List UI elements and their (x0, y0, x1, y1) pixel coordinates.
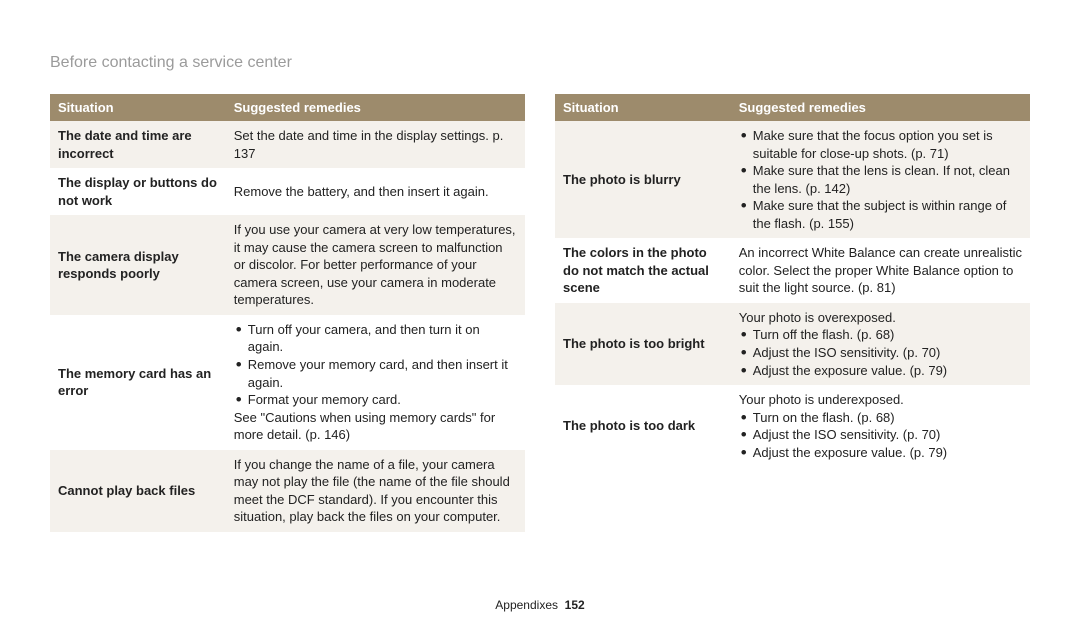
col-header-situation: Situation (555, 94, 731, 121)
left-column: Situation Suggested remedies The date an… (50, 94, 525, 532)
situation-cell: The date and time are incorrect (50, 121, 226, 168)
remedy-cell: Turn off your camera, and then turn it o… (226, 315, 525, 450)
remedy-list: Make sure that the focus option you set … (739, 127, 1022, 232)
table-row: The memory card has an errorTurn off you… (50, 315, 525, 450)
remedy-line: Turn off your camera, and then turn it o… (234, 321, 517, 356)
remedy-cell: An incorrect White Balance can create un… (731, 238, 1030, 303)
table-row: The colors in the photo do not match the… (555, 238, 1030, 303)
situation-cell: The camera display responds poorly (50, 215, 226, 315)
remedy-line: Remove the battery, and then insert it a… (234, 183, 517, 201)
remedy-line: If you use your camera at very low tempe… (234, 221, 517, 309)
left-table: Situation Suggested remedies The date an… (50, 94, 525, 532)
remedy-line: Format your memory card. (234, 391, 517, 409)
table-row: The photo is too brightYour photo is ove… (555, 303, 1030, 385)
table-row: The display or buttons do not work Remove… (50, 168, 525, 215)
remedy-line: Your photo is underexposed. (739, 391, 1022, 409)
table-row: The photo is blurryMake sure that the fo… (555, 121, 1030, 238)
col-header-situation: Situation (50, 94, 226, 121)
remedy-list: Your photo is underexposed.Turn on the f… (739, 391, 1022, 461)
right-column: Situation Suggested remedies The photo i… (555, 94, 1030, 532)
table-row: Cannot play back filesIf you change the … (50, 450, 525, 532)
columns: Situation Suggested remedies The date an… (50, 94, 1030, 532)
remedy-cell: Make sure that the focus option you set … (731, 121, 1030, 238)
remedy-list: Turn off your camera, and then turn it o… (234, 321, 517, 444)
page-footer: Appendixes 152 (0, 598, 1080, 612)
table-row: The camera display responds poorlyIf you… (50, 215, 525, 315)
table-row: The date and time are incorrectSet the d… (50, 121, 525, 168)
situation-cell: The photo is blurry (555, 121, 731, 238)
col-header-remedies: Suggested remedies (731, 94, 1030, 121)
remedy-line: Remove your memory card, and then insert… (234, 356, 517, 391)
remedy-line: Set the date and time in the display set… (234, 127, 517, 162)
remedy-line: An incorrect White Balance can create un… (739, 244, 1022, 297)
remedy-line: Make sure that the subject is within ran… (739, 197, 1022, 232)
remedy-line: Make sure that the lens is clean. If not… (739, 162, 1022, 197)
remedy-line: If you change the name of a file, your c… (234, 456, 517, 526)
situation-cell: The display or buttons do not work (50, 168, 226, 215)
remedy-cell: If you use your camera at very low tempe… (226, 215, 525, 315)
remedy-line: See "Cautions when using memory cards" f… (234, 409, 517, 444)
remedy-list: If you use your camera at very low tempe… (234, 221, 517, 309)
remedy-line: Turn on the flash. (p. 68) (739, 409, 1022, 427)
remedy-list: An incorrect White Balance can create un… (739, 244, 1022, 297)
situation-cell: The photo is too dark (555, 385, 731, 467)
remedy-list: Set the date and time in the display set… (234, 127, 517, 162)
situation-cell: The photo is too bright (555, 303, 731, 385)
table-row: The photo is too darkYour photo is under… (555, 385, 1030, 467)
remedy-list: Your photo is overexposed.Turn off the f… (739, 309, 1022, 379)
section-title: Before contacting a service center (50, 54, 1030, 72)
situation-cell: The memory card has an error (50, 315, 226, 450)
remedy-line: Turn off the flash. (p. 68) (739, 326, 1022, 344)
remedy-list: Remove the battery, and then insert it a… (234, 183, 517, 201)
remedy-line: Adjust the ISO sensitivity. (p. 70) (739, 426, 1022, 444)
situation-cell: The colors in the photo do not match the… (555, 238, 731, 303)
remedy-cell: Your photo is underexposed.Turn on the f… (731, 385, 1030, 467)
remedy-cell: If you change the name of a file, your c… (226, 450, 525, 532)
remedy-cell: Remove the battery, and then insert it a… (226, 168, 525, 215)
remedy-line: Adjust the exposure value. (p. 79) (739, 444, 1022, 462)
right-table: Situation Suggested remedies The photo i… (555, 94, 1030, 467)
remedy-cell: Set the date and time in the display set… (226, 121, 525, 168)
remedy-line: Adjust the ISO sensitivity. (p. 70) (739, 344, 1022, 362)
page: Before contacting a service center Situa… (0, 0, 1080, 532)
situation-cell: Cannot play back files (50, 450, 226, 532)
footer-label: Appendixes (495, 598, 558, 612)
col-header-remedies: Suggested remedies (226, 94, 525, 121)
remedy-line: Adjust the exposure value. (p. 79) (739, 362, 1022, 380)
remedy-line: Your photo is overexposed. (739, 309, 1022, 327)
footer-page-number: 152 (565, 598, 585, 612)
remedy-cell: Your photo is overexposed.Turn off the f… (731, 303, 1030, 385)
remedy-line: Make sure that the focus option you set … (739, 127, 1022, 162)
remedy-list: If you change the name of a file, your c… (234, 456, 517, 526)
